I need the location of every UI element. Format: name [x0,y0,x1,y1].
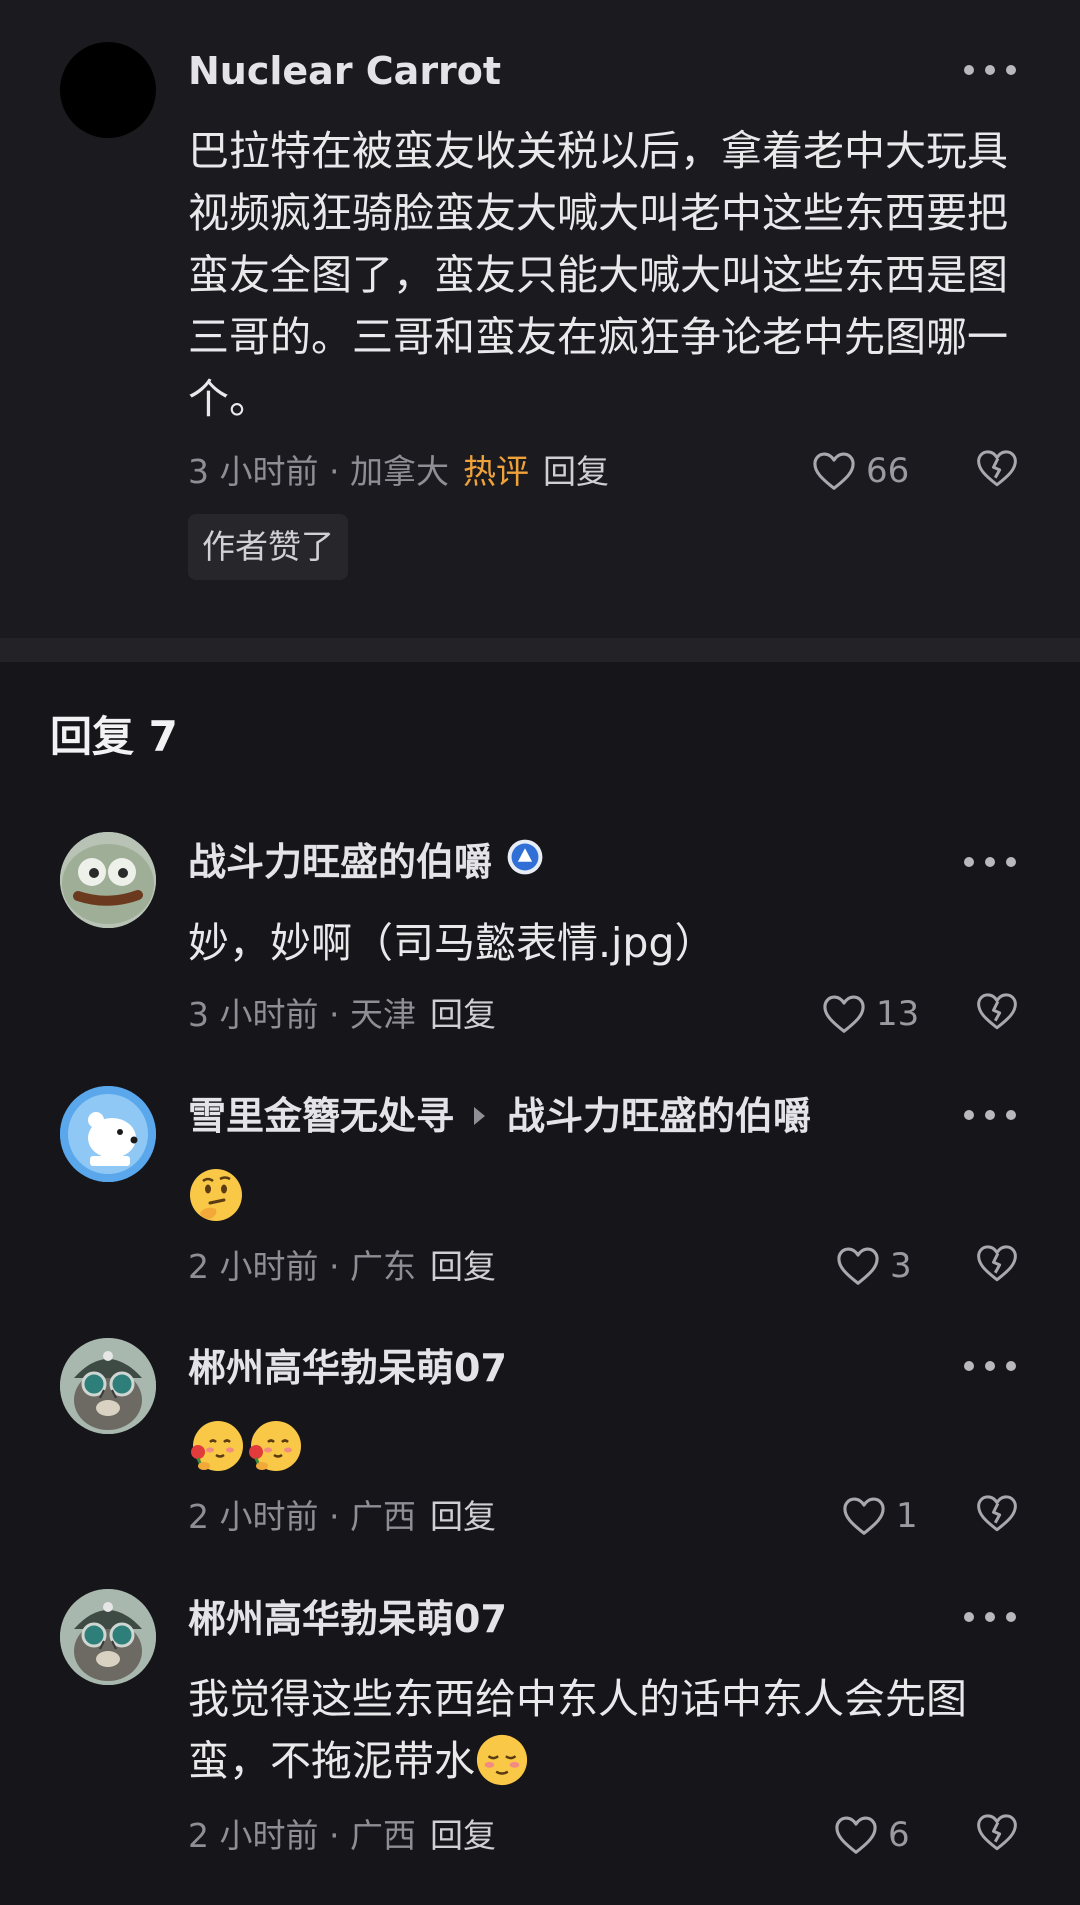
avatar[interactable] [60,1589,156,1685]
reply-button[interactable]: 回复 [430,1816,496,1855]
reply-to-arrow-icon [474,1106,486,1125]
heart-icon [813,452,855,490]
like-button[interactable]: 3 [836,1244,912,1288]
comment-time: 2 小时前 [188,1816,319,1855]
comment-meta: 2 小时前 · 广西 回复 [188,1497,496,1536]
cat-helmet-avatar-icon [60,1338,156,1434]
like-count: 6 [888,1815,910,1855]
broken-heart-icon [977,1245,1017,1282]
more-options-icon[interactable] [964,60,1016,80]
heart-icon [843,1497,885,1535]
relieved-face-emoji [475,1733,529,1787]
comment-meta: 2 小时前 · 广西 回复 [188,1816,496,1855]
like-button[interactable]: 66 [812,449,909,493]
pepe-face-avatar-icon [60,832,156,928]
comment-meta: 2 小时前 · 广东 回复 [188,1247,496,1286]
broken-heart-icon [977,1814,1017,1851]
dislike-button[interactable] [976,1812,1018,1854]
reply-button[interactable]: 回复 [543,452,609,491]
comment-location: 广西 [349,1816,416,1855]
comment-location: 广西 [349,1497,416,1536]
like-count: 3 [890,1246,912,1286]
username-text[interactable]: 雪里金簪无处寻 [188,1094,454,1138]
comment-location: 广东 [349,1247,416,1286]
dislike-button[interactable] [976,1493,1018,1535]
broken-heart-icon [977,1495,1017,1532]
more-options-icon[interactable] [964,1356,1016,1376]
like-count: 66 [866,451,910,491]
avatar[interactable] [60,42,156,138]
like-count: 1 [896,1496,918,1536]
more-options-icon[interactable] [964,852,1016,872]
reply-to-username[interactable]: 战斗力旺盛的伯嚼 [507,1094,811,1138]
section-divider [0,638,1080,662]
reply-button[interactable]: 回复 [430,1497,496,1536]
dislike-button[interactable] [976,991,1018,1033]
verified-badge-icon [506,838,544,886]
like-button[interactable]: 6 [834,1813,910,1857]
comment-time: 2 小时前 [188,1497,319,1536]
replies-header: 回复 7 [50,712,178,761]
reply-button[interactable]: 回复 [430,995,496,1034]
comment-time: 3 小时前 [188,452,319,491]
avatar[interactable] [60,1338,156,1434]
heart-icon [835,1816,877,1854]
avatar[interactable] [60,1086,156,1182]
hot-comment-tag: 热评 [462,452,529,491]
username[interactable]: 郴州高华勃呆萌07 [188,1596,507,1642]
comment-text: 妙，妙啊（司马懿表情.jpg） [188,919,716,967]
dislike-button[interactable] [976,448,1018,490]
username-text[interactable]: 战斗力旺盛的伯嚼 [188,840,492,884]
more-options-icon[interactable] [964,1607,1016,1627]
comment-text: 巴拉特在被蛮友收关税以后，拿着老中大玩具视频疯狂骑脸蛮友大喊大叫老中这些东西要把… [188,127,1008,423]
username[interactable]: 雪里金簪无处寻 战斗力旺盛的伯嚼 [188,1093,811,1139]
thinking-face-emoji [188,1167,244,1223]
heart-icon [823,995,865,1033]
more-options-icon[interactable] [964,1105,1016,1125]
face-holding-rose-emoji [246,1418,302,1474]
username[interactable]: Nuclear Carrot [188,48,501,94]
cat-helmet-avatar-icon [60,1589,156,1685]
broken-heart-icon [977,450,1017,487]
username[interactable]: 战斗力旺盛的伯嚼 [188,839,544,889]
like-button[interactable]: 1 [842,1494,918,1538]
broken-heart-icon [977,993,1017,1030]
comment-time: 2 小时前 [188,1247,319,1286]
like-count: 13 [876,994,920,1034]
comment-text-content: 我觉得这些东西给中东人的话中东人会先图蛮，不拖泥带水 [188,1675,967,1785]
avatar[interactable] [60,832,156,928]
comment-text: 我觉得这些东西给中东人的话中东人会先图蛮，不拖泥带水 [188,1668,1018,1792]
heart-icon [837,1247,879,1285]
like-button[interactable]: 13 [822,992,919,1036]
dislike-button[interactable] [976,1243,1018,1285]
face-holding-rose-emoji [188,1418,244,1474]
comment-location: 加拿大 [349,452,449,491]
reply-button[interactable]: 回复 [430,1247,496,1286]
author-liked-badge: 作者赞了 [188,514,348,580]
white-bear-avatar-icon [60,1086,156,1182]
username[interactable]: 郴州高华勃呆萌07 [188,1345,507,1391]
comment-meta: 3 小时前 · 加拿大 热评 回复 [188,452,609,491]
comment-time: 3 小时前 [188,995,319,1034]
comment-location: 天津 [349,995,416,1034]
comment-meta: 3 小时前 · 天津 回复 [188,995,496,1034]
